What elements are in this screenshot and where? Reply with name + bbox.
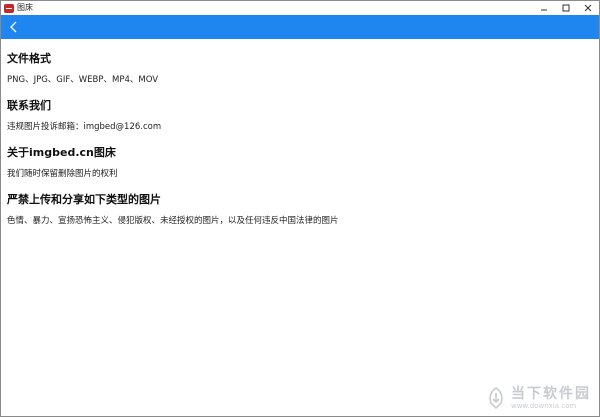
window-title: 图床 <box>17 3 33 12</box>
watermark-text: 当下软件园 www.downxia.com <box>511 386 591 410</box>
app-icon <box>4 3 14 13</box>
app-window: 图床 文件格式 PNG、JPG、GIF、WEBP、MP4、MOV 联系我们 违规… <box>0 0 600 417</box>
section-about: 关于imgbed.cn图床 我们随时保留删除图片的权利 <box>7 146 592 180</box>
section-title: 严禁上传和分享如下类型的图片 <box>7 193 161 206</box>
watermark-name: 当下软件园 <box>511 386 591 402</box>
window-controls <box>533 1 599 15</box>
close-icon <box>584 4 592 12</box>
section-title: 关于imgbed.cn图床 <box>7 146 116 159</box>
content-area: 文件格式 PNG、JPG、GIF、WEBP、MP4、MOV 联系我们 违规图片投… <box>7 39 592 227</box>
app-bar <box>1 15 599 39</box>
watermark-url: www.downxia.com <box>511 402 577 410</box>
section-title: 文件格式 <box>7 52 51 65</box>
watermark: 当下软件园 www.downxia.com <box>485 386 591 410</box>
section-body: 我们随时保留删除图片的权利 <box>7 169 118 179</box>
section-body: 违规图片投诉邮箱：imgbed@126.com <box>7 122 162 132</box>
maximize-button[interactable] <box>555 1 577 15</box>
minimize-button[interactable] <box>533 1 555 15</box>
section-body: PNG、JPG、GIF、WEBP、MP4、MOV <box>7 75 159 85</box>
back-arrow-icon <box>10 21 17 33</box>
section-body: 色情、暴力、宣扬恐怖主义、侵犯版权、未经授权的图片，以及任何违反中国法律的图片 <box>7 216 339 226</box>
section-title: 联系我们 <box>7 99 51 112</box>
section-contact: 联系我们 违规图片投诉邮箱：imgbed@126.com <box>7 99 592 133</box>
maximize-icon <box>562 4 570 12</box>
close-button[interactable] <box>577 1 599 15</box>
minimize-icon <box>541 9 547 11</box>
back-button[interactable] <box>3 15 25 39</box>
title-bar: 图床 <box>1 1 599 15</box>
section-prohibited: 严禁上传和分享如下类型的图片 色情、暴力、宣扬恐怖主义、侵犯版权、未经授权的图片… <box>7 193 592 227</box>
watermark-logo-icon <box>489 387 503 409</box>
section-file-formats: 文件格式 PNG、JPG、GIF、WEBP、MP4、MOV <box>7 52 592 86</box>
